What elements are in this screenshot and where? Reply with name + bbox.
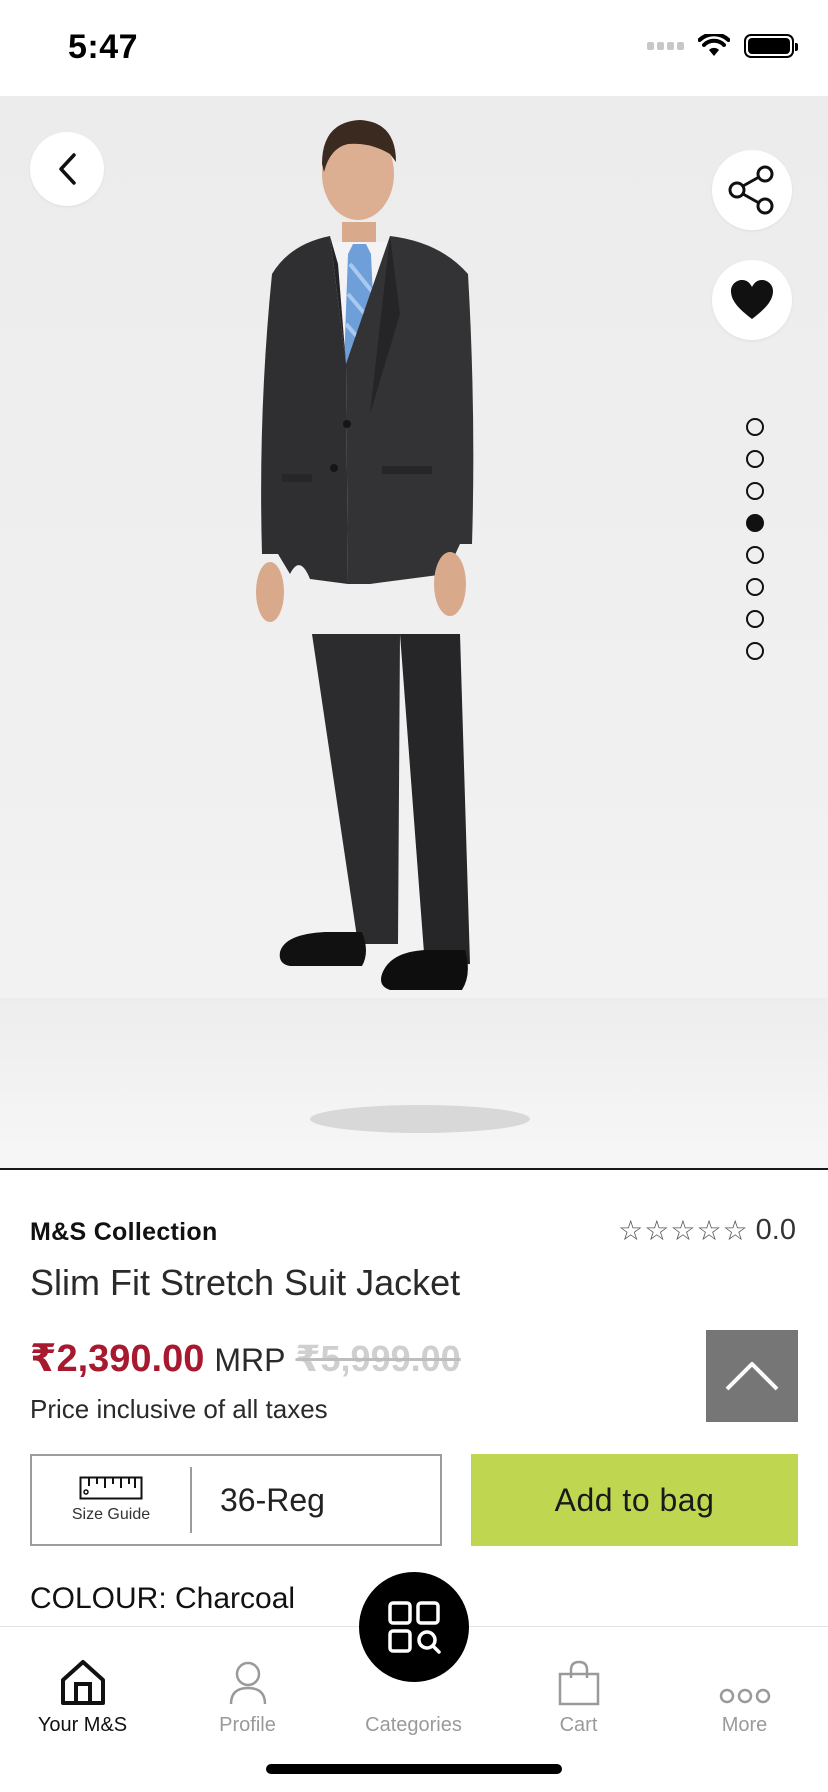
product-title: Slim Fit Stretch Suit Jacket [30, 1262, 461, 1303]
chevron-up-icon [725, 1362, 779, 1391]
nav-label: Categories [365, 1714, 462, 1736]
selling-price: ₹2,390.00 [30, 1338, 205, 1380]
signal-icon [647, 42, 684, 50]
add-to-bag-button[interactable]: Add to bag [471, 1454, 798, 1546]
size-guide-button[interactable]: Size Guide [32, 1456, 190, 1544]
selected-size[interactable]: 36-Reg [192, 1482, 325, 1519]
more-icon [719, 1688, 770, 1704]
pagination-dot[interactable] [746, 418, 764, 436]
scroll-to-top-button[interactable] [706, 1330, 798, 1422]
size-selector[interactable]: Size Guide 36-Reg [30, 1454, 442, 1546]
rating-value: 0.0 [755, 1214, 796, 1246]
nav-your-ms[interactable]: Your M&S [0, 1627, 165, 1747]
nav-label: Profile [219, 1714, 276, 1736]
image-pagination[interactable] [746, 418, 764, 660]
colour-label: COLOUR: Charcoal [30, 1582, 296, 1615]
product-image-gallery[interactable] [0, 96, 828, 1170]
share-icon [728, 165, 774, 215]
cart-icon [558, 1660, 599, 1706]
nav-label: More [721, 1714, 768, 1736]
status-icons [647, 34, 798, 58]
chevron-left-icon [59, 153, 76, 185]
pagination-dot[interactable] [746, 578, 764, 596]
home-icon [60, 1660, 105, 1705]
nav-label: Your M&S [37, 1714, 128, 1736]
nav-label: Cart [559, 1714, 598, 1736]
pagination-dot[interactable] [746, 450, 764, 468]
nav-more[interactable]: More [662, 1627, 827, 1747]
status-time: 5:47 [68, 28, 139, 66]
categories-button[interactable] [359, 1572, 469, 1682]
star-rating-icon: ☆ ☆ ☆ ☆ ☆ [618, 1214, 748, 1246]
status-bar: 5:47 [0, 0, 828, 96]
battery-icon [744, 34, 798, 58]
home-indicator [266, 1764, 562, 1774]
rating[interactable]: ☆ ☆ ☆ ☆ ☆ 0.0 [618, 1214, 796, 1247]
price-row: ₹2,390.00 MRP ₹5,999.00 [30, 1336, 461, 1381]
ruler-icon [79, 1476, 143, 1500]
wifi-icon [698, 34, 730, 56]
mrp-label: MRP [214, 1342, 286, 1378]
pagination-dot[interactable] [746, 482, 764, 500]
heart-icon [731, 280, 773, 319]
tax-note: Price inclusive of all taxes [30, 1394, 328, 1424]
pagination-dot[interactable] [746, 546, 764, 564]
brand-name: M&S Collection [30, 1218, 218, 1246]
profile-icon [229, 1661, 266, 1705]
back-button[interactable] [30, 132, 104, 206]
mrp-price: ₹5,999.00 [295, 1338, 461, 1379]
product-image [256, 120, 530, 1133]
categories-icon [388, 1601, 441, 1654]
size-guide-label: Size Guide [71, 1506, 151, 1523]
wishlist-button[interactable] [712, 260, 792, 340]
pagination-dot[interactable] [746, 642, 764, 660]
share-button[interactable] [712, 150, 792, 230]
nav-profile[interactable]: Profile [165, 1627, 330, 1747]
pagination-dot[interactable] [746, 610, 764, 628]
pagination-dot-active[interactable] [746, 514, 764, 532]
nav-cart[interactable]: Cart [496, 1627, 661, 1747]
